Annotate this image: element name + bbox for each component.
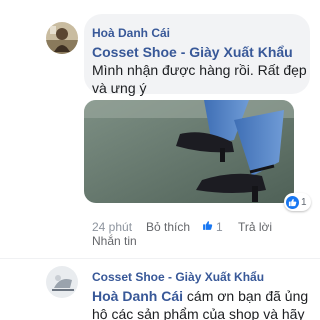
like-count-value: 1: [216, 220, 223, 234]
comment-thread: Hoà Danh Cái Cosset Shoe - Giày Xuất Khẩ…: [0, 0, 320, 320]
reply-link[interactable]: Trả lời: [238, 220, 272, 234]
unlike-link[interactable]: Bỏ thích: [146, 220, 190, 234]
reaction-badge[interactable]: 1: [284, 193, 311, 211]
thumbs-up-icon: [286, 195, 299, 209]
like-count[interactable]: 1: [202, 220, 223, 234]
reply-text: cám ơn bạn đã ủng: [183, 288, 309, 304]
commenter-avatar[interactable]: [46, 22, 78, 54]
reply-text-line: Hoà Danh Cái cám ơn bạn đã ủng: [92, 288, 308, 304]
comment-text-line: Cosset Shoe - Giày Xuất Khẩu: [92, 44, 293, 60]
comment-photo[interactable]: [84, 100, 294, 203]
mention-link[interactable]: Cosset Shoe - Giày Xuất Khẩu: [92, 44, 293, 60]
reply-text-line: hộ các sản phẩm của shop và hãy: [92, 306, 305, 320]
reply-avatar[interactable]: [46, 266, 78, 298]
comment-time[interactable]: 24 phút: [92, 220, 132, 234]
comment-author[interactable]: Hoà Danh Cái: [92, 26, 170, 40]
comment-text-line: và ưng ý: [92, 80, 147, 96]
thumbs-up-icon: [202, 220, 213, 234]
comment-text-line: Mình nhận được hàng rồi. Rất đẹp: [92, 62, 307, 78]
mention-link[interactable]: Hoà Danh Cái: [92, 288, 183, 304]
message-link[interactable]: Nhắn tin: [92, 234, 137, 248]
reply-author[interactable]: Cosset Shoe - Giày Xuất Khẩu: [92, 270, 264, 284]
reaction-count: 1: [301, 196, 307, 208]
divider: [0, 258, 320, 259]
